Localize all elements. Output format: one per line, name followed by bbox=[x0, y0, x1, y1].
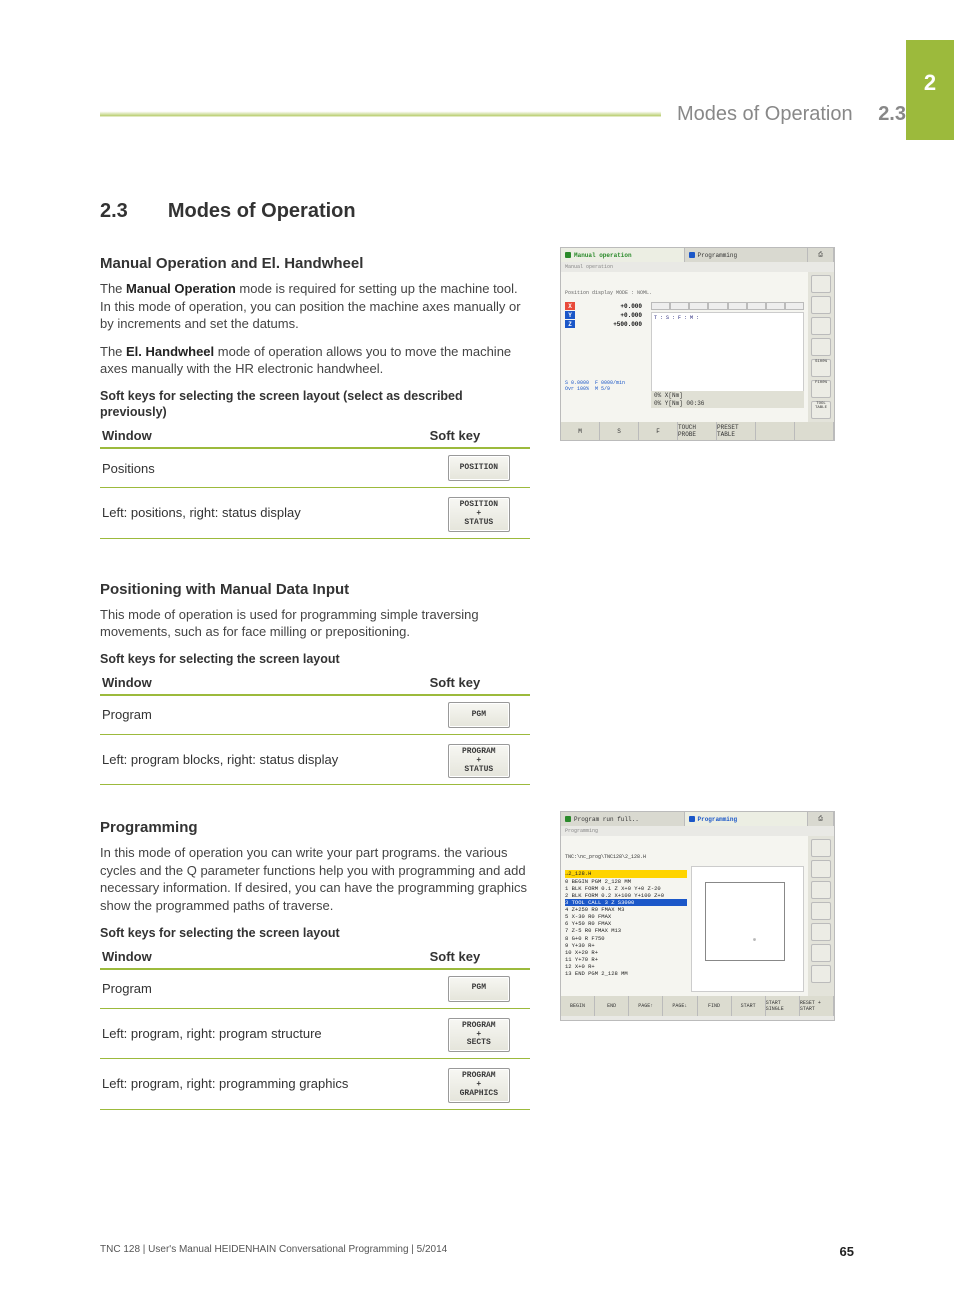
page-header: Modes of Operation 2.3 bbox=[100, 87, 906, 141]
table-cell: Left: positions, right: status display bbox=[100, 488, 428, 538]
table-cell: Left: program, right: programming graphi… bbox=[100, 1059, 428, 1109]
softkey-pgm[interactable]: PGM bbox=[448, 702, 510, 728]
table-caption: Soft keys for selecting the screen layou… bbox=[100, 651, 530, 667]
softkey-program-graphics[interactable]: PROGRAM+GRAPHICS bbox=[448, 1068, 510, 1102]
table-cell: Program bbox=[100, 969, 428, 1009]
sub-heading-programming: Programming bbox=[100, 819, 530, 836]
sub-heading-mdi: Positioning with Manual Data Input bbox=[100, 581, 530, 598]
softkey-program-status[interactable]: PROGRAM+STATUS bbox=[448, 744, 510, 778]
body-text: This mode of operation is used for progr… bbox=[100, 606, 530, 641]
table-cell: Positions bbox=[100, 448, 428, 488]
page-number: 65 bbox=[840, 1244, 854, 1259]
section-heading: 2.3Modes of Operation bbox=[100, 200, 850, 223]
body-text: In this mode of operation you can write … bbox=[100, 844, 530, 914]
page-footer: TNC 128 | User's Manual HEIDENHAIN Conve… bbox=[100, 1244, 854, 1259]
body-text: The Manual Operation mode is required fo… bbox=[100, 280, 530, 333]
screenshot-programming: Program run full.. Programming ⎙ Program… bbox=[560, 811, 835, 1021]
softkey-pgm[interactable]: PGM bbox=[448, 976, 510, 1002]
softkey-table: WindowSoft key Positions POSITION Left: … bbox=[100, 424, 530, 538]
softkey-program-sects[interactable]: PROGRAM+SECTS bbox=[448, 1018, 510, 1052]
table-cell: Left: program, right: program structure bbox=[100, 1008, 428, 1058]
sub-heading-manual: Manual Operation and El. Handwheel bbox=[100, 255, 530, 272]
chapter-tab: 2 bbox=[906, 40, 954, 140]
softkey-position-status[interactable]: POSITION+STATUS bbox=[448, 497, 510, 531]
body-text: The El. Handwheel mode of operation allo… bbox=[100, 343, 530, 378]
header-title: Modes of Operation bbox=[677, 103, 853, 125]
table-caption: Soft keys for selecting the screen layou… bbox=[100, 388, 530, 421]
softkey-table: WindowSoft key Program PGM Left: program… bbox=[100, 945, 530, 1110]
softkey-position[interactable]: POSITION bbox=[448, 455, 510, 481]
softkey-table: WindowSoft key Program PGM Left: program… bbox=[100, 671, 530, 785]
table-cell: Left: program blocks, right: status disp… bbox=[100, 734, 428, 784]
table-caption: Soft keys for selecting the screen layou… bbox=[100, 925, 530, 941]
section-num: 2.3 bbox=[100, 200, 128, 222]
footer-text: TNC 128 | User's Manual HEIDENHAIN Conve… bbox=[100, 1244, 447, 1259]
screenshot-manual-operation: Manual operation Programming ⎙ Manual op… bbox=[560, 247, 835, 441]
header-section-num: 2.3 bbox=[878, 103, 906, 125]
table-cell: Program bbox=[100, 695, 428, 735]
